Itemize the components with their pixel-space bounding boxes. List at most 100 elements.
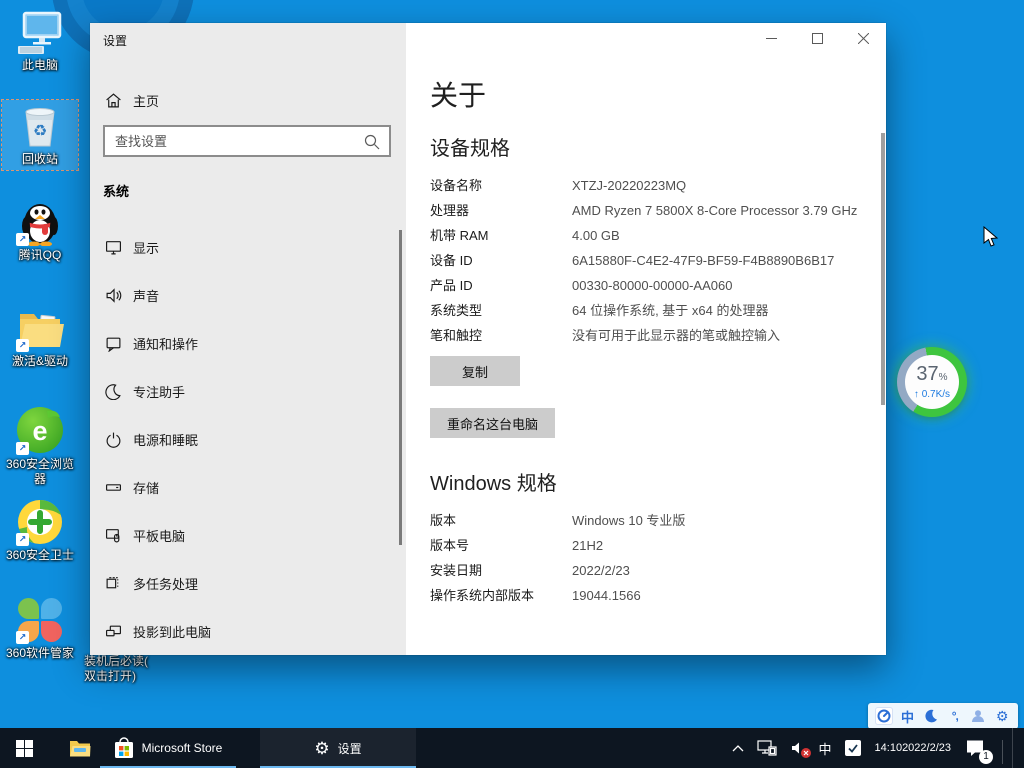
qq-penguin-icon: ↗ <box>16 198 64 246</box>
tablet-icon <box>103 525 123 545</box>
tray-ime-indicator[interactable]: 中 <box>816 728 835 768</box>
sidebar-item-display[interactable]: 显示 <box>90 227 406 267</box>
shortcut-arrow-icon: ↗ <box>16 533 29 546</box>
minimize-button[interactable] <box>748 23 794 54</box>
windows-logo-icon <box>16 740 33 757</box>
close-button[interactable] <box>840 23 886 54</box>
clock-date: 2022/2/23 <box>902 741 951 755</box>
sidebar-item-home[interactable]: 主页 <box>90 83 406 117</box>
sidebar-item-tablet[interactable]: 平板电脑 <box>90 515 406 555</box>
shortcut-arrow-icon: ↗ <box>16 631 29 644</box>
sidebar-item-multitasking[interactable]: 多任务处理 <box>90 563 406 603</box>
spec-row-product-id: 产品 ID 00330-80000-00000-AA060 <box>430 277 886 294</box>
ime-user-icon[interactable] <box>969 705 987 727</box>
storage-icon <box>103 477 123 497</box>
360-speed-ball[interactable]: 37% ↑ 0.7K/s <box>897 347 967 417</box>
device-spec-section-title: 设备规格 <box>430 137 886 161</box>
svg-text:e: e <box>32 416 47 446</box>
desktop-icon-label: 360安全卫士 <box>2 548 78 563</box>
desktop-icon-360-browser[interactable]: e ↗ 360安全浏览器 <box>2 404 78 490</box>
project-icon <box>103 621 123 641</box>
folder-icon: ↗ <box>16 304 64 352</box>
multitasking-icon <box>103 573 123 593</box>
desktop-icon-activation-drivers[interactable]: ↗ 激活&驱动 <box>2 302 78 372</box>
mouse-cursor <box>983 226 999 253</box>
display-icon <box>103 237 123 257</box>
sidebar-item-project[interactable]: 投影到此电脑 <box>90 611 406 651</box>
search-input[interactable] <box>105 127 389 155</box>
power-sleep-icon <box>103 429 123 449</box>
settings-gear-icon: ⚙ <box>314 740 329 757</box>
desktop-icon-label: 360软件管家 <box>2 646 78 661</box>
spec-row-device-name: 设备名称 XTZJ-20220223MQ <box>430 177 886 194</box>
ime-settings-gear-icon[interactable]: ⚙ <box>993 705 1011 727</box>
spec-row-system-type: 系统类型 64 位操作系统, 基于 x64 的处理器 <box>430 302 886 319</box>
taskbar-app-label: 设置 <box>338 740 362 757</box>
maximize-button[interactable] <box>794 23 840 54</box>
spec-row-install-date: 安装日期 2022/2/23 <box>430 562 886 579</box>
desktop-icon-this-pc[interactable]: 此电脑 <box>2 6 78 76</box>
settings-search-box <box>103 125 391 157</box>
volume-muted-icon[interactable] <box>787 728 809 768</box>
main-scrollbar[interactable] <box>881 133 885 405</box>
copy-button[interactable]: 复制 <box>430 356 520 386</box>
clock-time: 14:10 <box>875 741 903 755</box>
spec-row-device-id: 设备 ID 6A15880F-C4E2-47F9-BF59-F4B8890B6B… <box>430 252 886 269</box>
taskbar-app-microsoft-store[interactable]: Microsoft Store <box>100 728 236 768</box>
desktop-icon-label: 激活&驱动 <box>2 354 78 369</box>
network-icon[interactable] <box>754 728 780 768</box>
desktop-icon-label: 腾讯QQ <box>2 248 78 263</box>
taskbar-clock[interactable]: 14:10 2022/2/23 <box>871 728 955 768</box>
system-tray: 中 14:10 2022/2/23 1 <box>729 728 1018 768</box>
tray-360-icon[interactable] <box>842 728 864 768</box>
rename-pc-button[interactable]: 重命名这台电脑 <box>430 408 555 438</box>
desktop-icon-tencent-qq[interactable]: ↗ 腾讯QQ <box>2 196 78 266</box>
desktop-icon-recycle-bin[interactable]: ♻ 回收站 <box>2 100 78 170</box>
desktop-icon-360-safeguard[interactable]: ↗ 360安全卫士 <box>2 496 78 566</box>
home-icon <box>103 90 123 110</box>
action-center-button[interactable]: 1 <box>962 728 993 768</box>
sidebar-item-notifications[interactable]: 通知和操作 <box>90 323 406 363</box>
folder-icon <box>69 739 91 757</box>
sidebar-section-header: 系统 <box>103 181 129 200</box>
notification-count-badge: 1 <box>979 750 993 764</box>
sidebar-item-label: 主页 <box>133 91 159 110</box>
tray-separator <box>1002 740 1003 764</box>
taskbar-app-label: Microsoft Store <box>142 741 223 755</box>
360-software-manager-icon: ↗ <box>16 596 64 644</box>
desktop: 此电脑 ♻ 回收站 <box>0 0 1024 768</box>
file-explorer-button[interactable] <box>58 728 102 768</box>
spec-row-pen-touch: 笔和触控 没有可用于此显示器的笔或触控输入 <box>430 327 886 344</box>
search-icon[interactable] <box>363 133 381 156</box>
notifications-icon <box>103 333 123 353</box>
spec-row-edition: 版本 Windows 10 专业版 <box>430 512 886 529</box>
sidebar-item-focus-assist[interactable]: 专注助手 <box>90 371 406 411</box>
windows-spec-section-title: Windows 规格 <box>430 472 886 496</box>
upload-arrow-icon: ↑ <box>914 389 919 400</box>
taskbar-app-settings[interactable]: ⚙ 设置 <box>260 728 416 768</box>
desktop-icon-360-software-manager[interactable]: ↗ 360软件管家 <box>2 594 78 664</box>
ime-logo-icon[interactable] <box>875 705 893 727</box>
ime-fullwidth-moon-icon[interactable] <box>922 705 940 727</box>
sidebar-item-sound[interactable]: 声音 <box>90 275 406 315</box>
desktop-icon-label: 回收站 <box>2 152 78 167</box>
start-button[interactable] <box>0 728 48 768</box>
show-desktop-button[interactable] <box>1012 728 1018 768</box>
sound-icon <box>103 285 123 305</box>
svg-text:♻: ♻ <box>33 123 47 140</box>
taskbar: Microsoft Store ⚙ 设置 <box>0 728 1024 768</box>
spec-row-processor: 处理器 AMD Ryzen 7 5800X 8-Core Processor 3… <box>430 202 886 219</box>
tray-overflow-chevron[interactable] <box>729 728 747 768</box>
sidebar-scrollbar[interactable] <box>399 230 402 545</box>
ime-punctuation-toggle[interactable]: °, <box>946 705 964 727</box>
ime-toolbar: 中 °, ⚙ <box>868 703 1018 729</box>
360-browser-icon: e ↗ <box>16 407 64 455</box>
sidebar-item-storage[interactable]: 存储 <box>90 467 406 507</box>
spec-row-ram: 机带 RAM 4.00 GB <box>430 227 886 244</box>
window-title: 设置 <box>103 32 127 49</box>
sidebar-item-power-sleep[interactable]: 电源和睡眠 <box>90 419 406 459</box>
ime-language-mode[interactable]: 中 <box>898 705 916 727</box>
shortcut-arrow-icon: ↗ <box>16 233 29 246</box>
settings-sidebar: 设置 主页 系统 <box>90 23 406 655</box>
desktop-icon-label: 此电脑 <box>2 58 78 73</box>
